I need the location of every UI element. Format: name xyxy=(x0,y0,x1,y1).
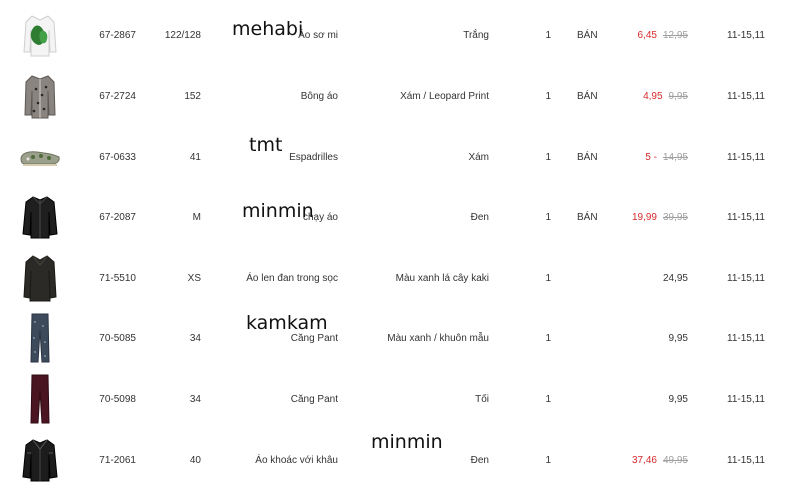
sale-price: 5 - xyxy=(645,151,657,163)
product-thumbnail[interactable] xyxy=(18,308,62,368)
table-row: 70-5085 34 Căng Pant Màu xanh / khuôn mẫ… xyxy=(0,308,791,368)
article-number: 70-5098 xyxy=(99,393,136,405)
quantity: 1 xyxy=(545,29,551,41)
article-number: 67-2087 xyxy=(99,211,136,223)
article-number: 70-5085 xyxy=(99,332,136,344)
table-row: 67-2087 M chạy áo Đen 1 BÁN 19,99 39,95 … xyxy=(0,187,791,247)
original-price: 49,95 xyxy=(662,454,688,466)
regular-price: 9,95 xyxy=(668,332,688,344)
date-range: 11-15,11 xyxy=(727,393,765,405)
jacket-icon xyxy=(22,196,58,239)
quantity: 1 xyxy=(545,90,551,102)
regular-price: 24,95 xyxy=(662,272,688,284)
date-range: 11-15,11 xyxy=(727,151,765,163)
color: Màu xanh lá cây kaki xyxy=(395,272,489,284)
date-range: 11-15,11 xyxy=(727,272,765,284)
sale-price: 4,95 xyxy=(643,90,663,102)
quantity: 1 xyxy=(545,332,551,344)
product-thumbnail[interactable] xyxy=(18,66,62,126)
product-thumbnail[interactable] xyxy=(18,187,62,247)
size: XS xyxy=(187,272,201,284)
price: 9,95 xyxy=(600,369,688,429)
sweater-icon xyxy=(23,255,57,302)
product-thumbnail[interactable] xyxy=(18,127,62,187)
overlay-label: mehabi xyxy=(232,18,304,40)
product-thumbnail[interactable] xyxy=(18,430,62,490)
size: 152 xyxy=(184,90,201,102)
description: Căng Pant xyxy=(290,393,338,405)
article-number: 71-5510 xyxy=(99,272,136,284)
article-number: 67-2724 xyxy=(99,90,136,102)
description: Bông áo xyxy=(300,90,338,102)
pants-icon xyxy=(30,313,50,363)
pants-icon xyxy=(30,374,50,424)
sale-price: 19,99 xyxy=(631,211,657,223)
quantity: 1 xyxy=(545,272,551,284)
price: 5 - 14,95 xyxy=(600,127,688,187)
size: 41 xyxy=(189,151,201,163)
table-row: 67-0633 41 Espadrilles Xám 1 BÁN 5 - 14,… xyxy=(0,127,791,187)
quantity: 1 xyxy=(545,151,551,163)
size: 34 xyxy=(189,332,201,344)
shoe-icon xyxy=(20,151,60,166)
sale-price: 37,46 xyxy=(631,454,657,466)
product-thumbnail[interactable] xyxy=(18,248,62,308)
color: Tối xyxy=(475,393,489,405)
table-row: 70-5098 34 Căng Pant Tối 1 9,95 11-15,11 xyxy=(0,369,791,429)
quantity: 1 xyxy=(545,454,551,466)
table-row: 67-2724 152 Bông áo Xám / Leopard Print … xyxy=(0,66,791,126)
description: Áo len đan trong sọc xyxy=(246,272,338,284)
date-range: 11-15,11 xyxy=(727,332,765,344)
price: 19,99 39,95 xyxy=(600,187,688,247)
price: 6,45 12,95 xyxy=(600,5,689,65)
color: Đen xyxy=(470,211,489,223)
color: Màu xanh / khuôn mẫu xyxy=(387,332,489,344)
shirt-icon xyxy=(23,15,57,57)
color: Xám xyxy=(468,151,489,163)
price: 4,95 9,95 xyxy=(600,66,688,126)
article-number: 71-2061 xyxy=(99,454,136,466)
original-price: 39,95 xyxy=(662,211,688,223)
size: 40 xyxy=(189,454,201,466)
article-number: 67-2867 xyxy=(99,29,136,41)
overlay-label: minmin xyxy=(371,431,443,453)
sale-price: 6,45 xyxy=(637,29,657,41)
color: Xám / Leopard Print xyxy=(400,90,489,102)
regular-price: 9,95 xyxy=(668,393,688,405)
jacket-icon xyxy=(22,439,58,482)
description: Áo khoác với khâu xyxy=(255,454,338,466)
quantity: 1 xyxy=(545,393,551,405)
color: Trắng xyxy=(463,29,489,41)
table-row: 67-2867 122/128 Áo sơ mi Trắng 1 BÁN 6,4… xyxy=(0,5,791,65)
date-range: 11-15,11 xyxy=(727,29,765,41)
date-range: 11-15,11 xyxy=(727,211,765,223)
price: 24,95 xyxy=(600,248,688,308)
size: M xyxy=(192,211,201,223)
overlay-label: kamkam xyxy=(246,312,328,334)
price: 9,95 xyxy=(600,308,688,368)
original-price: 12,95 xyxy=(662,29,688,41)
original-price: 14,95 xyxy=(662,151,688,163)
size: 122/128 xyxy=(164,29,201,41)
shirt-icon xyxy=(24,75,56,119)
price: 37,46 49,95 xyxy=(600,430,688,490)
size: 34 xyxy=(189,393,201,405)
date-range: 11-15,11 xyxy=(727,90,765,102)
table-row: 71-5510 XS Áo len đan trong sọc Màu xanh… xyxy=(0,248,791,308)
product-thumbnail[interactable] xyxy=(18,5,62,65)
original-price: 9,95 xyxy=(668,90,688,102)
article-number: 67-0633 xyxy=(99,151,136,163)
quantity: 1 xyxy=(545,211,551,223)
date-range: 11-15,11 xyxy=(727,454,765,466)
overlay-label: tmt xyxy=(249,134,283,156)
product-thumbnail[interactable] xyxy=(18,369,62,429)
overlay-label: minmin xyxy=(242,200,314,222)
